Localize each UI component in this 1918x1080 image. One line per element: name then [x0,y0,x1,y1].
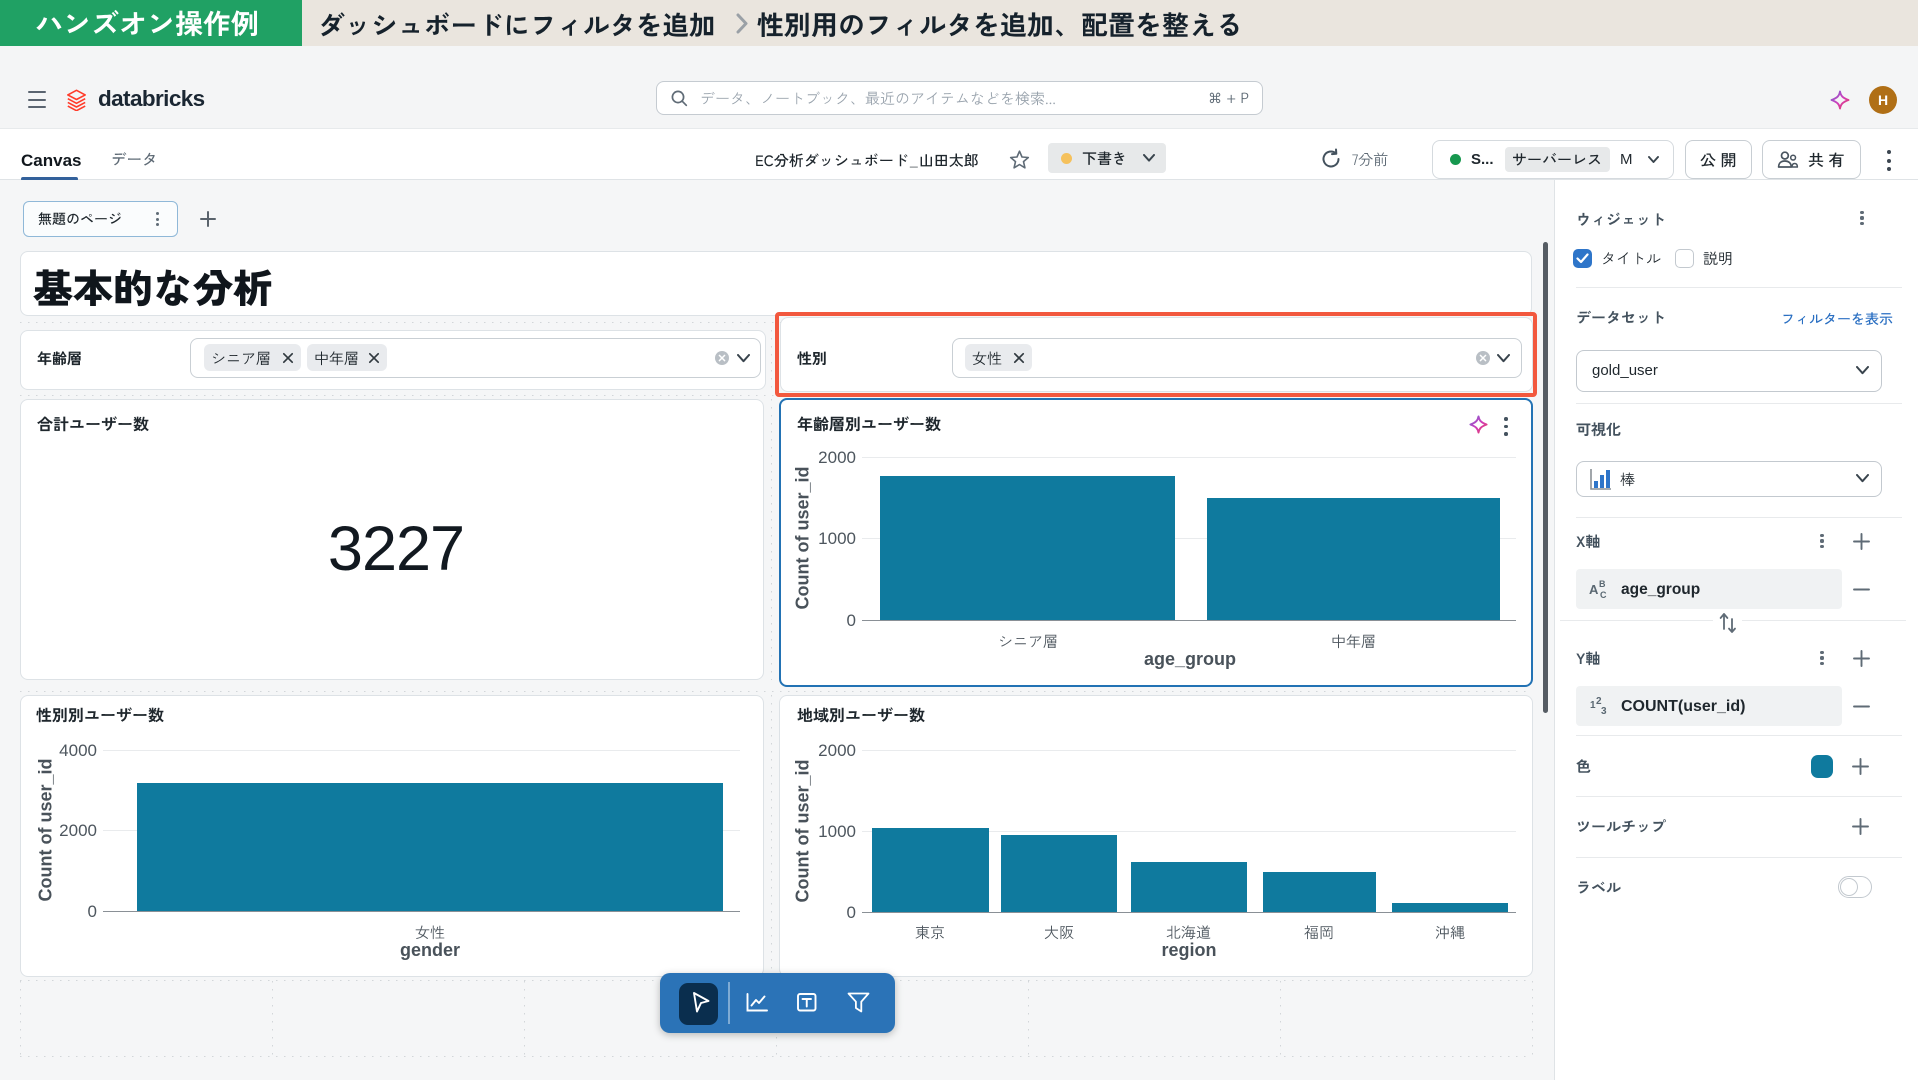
svg-text:A: A [1589,582,1599,597]
svg-text:B: B [1599,579,1606,589]
svg-text:3: 3 [1601,706,1607,717]
svg-text:C: C [1600,590,1607,600]
